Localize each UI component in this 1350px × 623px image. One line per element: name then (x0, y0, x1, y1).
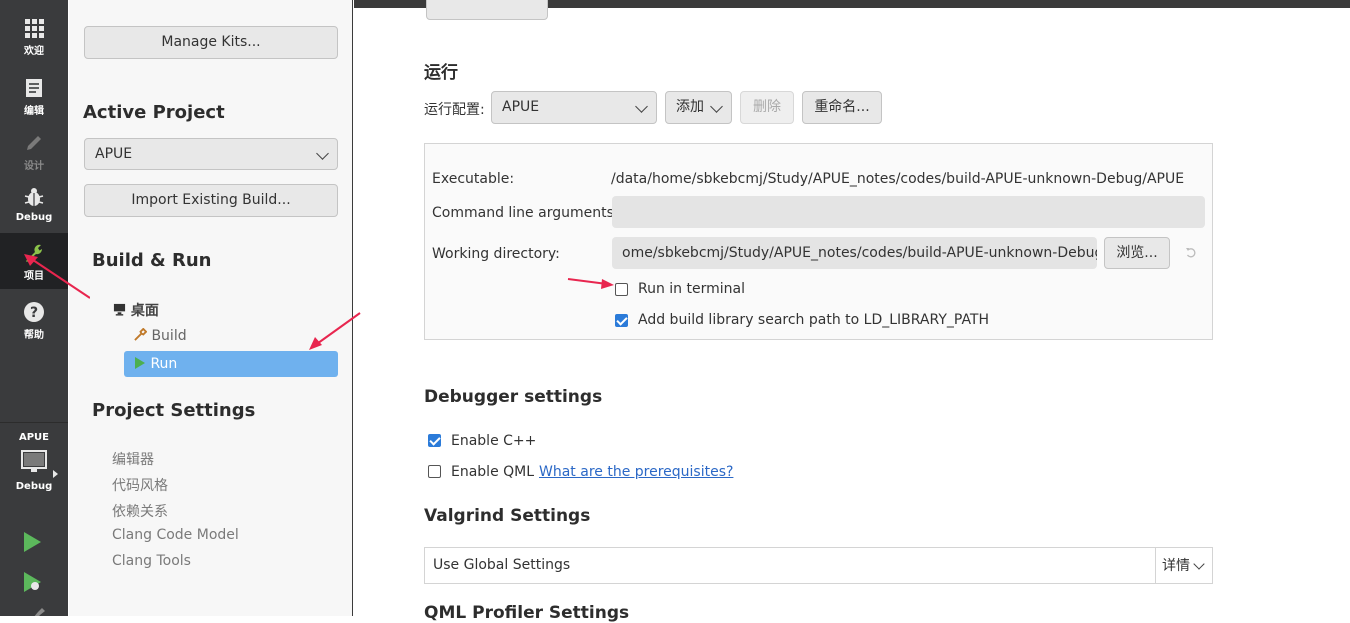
valgrind-settings-combo[interactable]: Use Global Settings 详情 (424, 547, 1213, 584)
valgrind-settings-title: Valgrind Settings (424, 506, 591, 526)
grid-icon (25, 19, 44, 38)
args-input[interactable] (612, 196, 1205, 228)
annotation-arrow-terminal (567, 278, 614, 289)
run-section-title: 运行 (424, 63, 458, 83)
settings-item-clang-tools[interactable]: Clang Tools (112, 553, 191, 569)
target-selector[interactable]: APUE Debug (0, 428, 68, 506)
debugger-settings-title: Debugger settings (424, 387, 603, 407)
mode-bar: 欢迎 编辑 设计 Debug 项目 ? 帮助 APUE Debug (0, 0, 68, 616)
help-icon: ? (24, 302, 44, 322)
mode-help[interactable]: ? 帮助 (0, 300, 68, 352)
mode-welcome[interactable]: 欢迎 (0, 16, 68, 68)
run-item[interactable]: Run (124, 351, 338, 377)
add-lib-path-checkbox[interactable] (615, 314, 628, 327)
executable-value: /data/home/sbkebcmj/Study/APUE_notes/cod… (611, 171, 1185, 187)
mode-label: 设计 (24, 161, 44, 172)
valgrind-details-button[interactable]: 详情 (1155, 548, 1213, 583)
manage-kits-button[interactable]: Manage Kits... (84, 26, 338, 59)
mode-label: 欢迎 (24, 46, 44, 57)
settings-item-code-style[interactable]: 代码风格 (112, 475, 168, 495)
debug-run-button[interactable] (20, 570, 48, 596)
add-run-config-button[interactable]: 添加 (665, 91, 732, 124)
browse-button[interactable]: 浏览... (1104, 237, 1170, 269)
reset-icon[interactable] (1185, 247, 1197, 259)
mode-edit[interactable]: 编辑 (0, 76, 68, 128)
details-label: 详情 (1162, 558, 1190, 574)
build-item[interactable]: Build (134, 327, 187, 344)
mode-label: Debug (15, 212, 53, 223)
chevron-down-icon (316, 147, 329, 160)
hammer-icon (34, 608, 45, 616)
target-project: APUE (18, 432, 50, 443)
chevron-down-icon (710, 100, 723, 113)
build-button[interactable] (26, 606, 46, 616)
enable-cpp-checkbox[interactable] (428, 434, 441, 447)
divider (0, 422, 68, 423)
project-settings-heading: Project Settings (92, 400, 256, 421)
qml-profiler-title: QML Profiler Settings (424, 603, 630, 623)
args-label: Command line arguments: (432, 205, 619, 221)
annotation-arrow-projects (24, 254, 90, 299)
mode-label: 编辑 (24, 106, 44, 117)
run-config-value: APUE (502, 99, 540, 115)
document-icon (26, 79, 42, 97)
workdir-label: Working directory: (432, 246, 560, 262)
executable-label: Executable: (432, 171, 515, 187)
add-deploy-step-button-partial[interactable] (426, 0, 548, 20)
bug-icon (24, 188, 44, 206)
settings-item-dependencies[interactable]: 依赖关系 (112, 501, 168, 521)
target-config: Debug (15, 481, 53, 492)
active-project-combo[interactable]: APUE (84, 138, 338, 170)
enable-qml-checkbox[interactable] (428, 465, 441, 478)
rename-run-config-button[interactable]: 重命名... (802, 91, 882, 124)
delete-run-config-button[interactable]: 删除 (740, 91, 794, 124)
monitor-icon (113, 303, 126, 316)
mode-design[interactable]: 设计 (0, 131, 68, 183)
run-config-label: 运行配置: (424, 102, 485, 118)
workdir-input[interactable]: ome/sbkebcmj/Study/APUE_notes/codes/buil… (612, 237, 1097, 269)
pencil-icon (27, 136, 41, 150)
play-icon (24, 532, 41, 552)
mode-debug[interactable]: Debug (0, 186, 68, 238)
add-lib-path-label: Add build library search path to LD_LIBR… (638, 312, 990, 328)
add-label: 添加 (676, 99, 704, 115)
enable-cpp-label: Enable C++ (451, 433, 537, 449)
hammer-icon (134, 327, 148, 341)
mode-label: 帮助 (24, 330, 44, 341)
expand-arrow-icon (53, 470, 58, 478)
annotation-arrow-run (309, 312, 361, 350)
kit-item[interactable]: 桌面 (113, 300, 159, 320)
settings-item-clang-code-model[interactable]: Clang Code Model (112, 527, 239, 543)
run-in-terminal-checkbox[interactable] (615, 283, 628, 296)
run-in-terminal-label: Run in terminal (638, 281, 745, 297)
kit-label: 桌面 (130, 303, 159, 319)
build-item-label: Build (151, 328, 187, 344)
build-run-heading: Build & Run (92, 250, 212, 271)
active-project-value: APUE (95, 146, 133, 162)
chevron-down-icon (635, 100, 648, 113)
settings-item-editor[interactable]: 编辑器 (112, 449, 154, 469)
run-item-label: Run (150, 356, 178, 372)
monitor-icon (21, 450, 47, 472)
debug-play-icon (24, 572, 41, 592)
import-build-button[interactable]: Import Existing Build... (84, 184, 338, 217)
run-button[interactable] (20, 530, 48, 556)
valgrind-value: Use Global Settings (433, 557, 571, 573)
play-icon (135, 357, 145, 369)
prerequisites-link[interactable]: What are the prerequisites? (539, 464, 733, 480)
active-project-heading: Active Project (83, 102, 225, 123)
project-sidebar (69, 0, 353, 616)
chevron-down-icon (1193, 558, 1205, 570)
run-config-combo[interactable]: APUE (491, 91, 657, 124)
enable-qml-label: Enable QML (451, 464, 535, 480)
svg-text:?: ? (30, 305, 38, 321)
